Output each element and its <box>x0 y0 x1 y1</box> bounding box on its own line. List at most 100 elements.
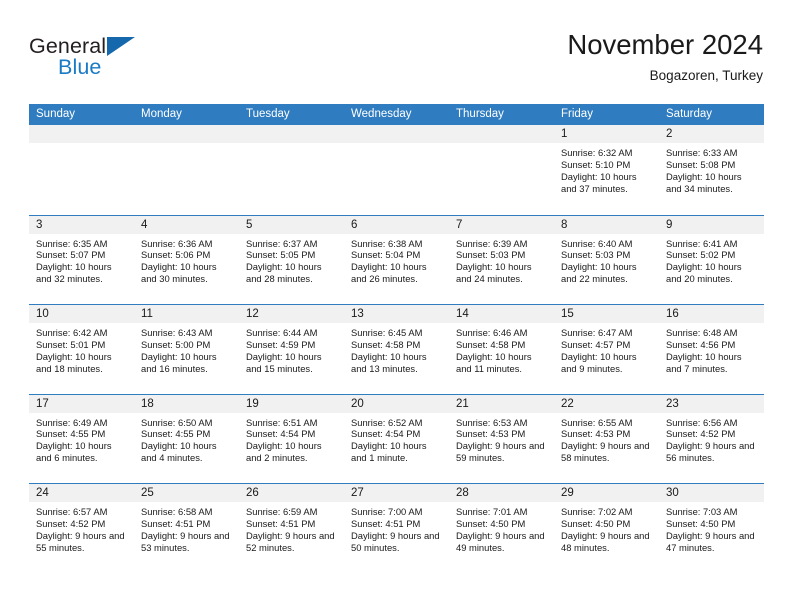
calendar-week-row: 17 Sunrise: 6:49 AM Sunset: 4:55 PM Dayligh… <box>29 393 764 483</box>
day-sun-info: Sunrise: 6:51 AM Sunset: 4:54 PM Daylight:… <box>239 413 344 465</box>
calendar-week-row: 3 Sunrise: 6:35 AM Sunset: 5:07 PM Daylight… <box>29 214 764 304</box>
page-title: November 2024 <box>567 29 763 60</box>
sunset-text: Sunset: 4:58 PM <box>351 338 421 350</box>
sunset-text: Sunset: 5:07 PM <box>36 249 106 261</box>
sunrise-text: Sunrise: 6:56 AM <box>666 416 738 428</box>
sunrise-text: Sunrise: 6:58 AM <box>141 506 213 517</box>
day-sun-info: Sunrise: 6:58 AM Sunset: 4:51 PM Daylight:… <box>134 502 239 554</box>
day-cell-5[interactable]: 5 Sunrise: 6:37 AM Sunset: 5:05 PM Daylight… <box>239 215 344 304</box>
day-cell-8[interactable]: 8 Sunrise: 6:40 AM Sunset: 5:03 PM Daylight… <box>554 215 659 304</box>
sunset-text: Sunset: 4:53 PM <box>456 428 526 440</box>
day-cell-18[interactable]: 18 Sunrise: 6:50 AM Sunset: 4:55 PM Dayligh… <box>134 394 239 483</box>
sunrise-text: Sunrise: 6:35 AM <box>36 237 108 249</box>
day-cell-27[interactable]: 27 Sunrise: 7:00 AM Sunset: 4:51 PM Dayligh… <box>344 484 449 573</box>
sunset-text: Sunset: 4:50 PM <box>561 517 631 529</box>
day-cell-26[interactable]: 26 Sunrise: 6:59 AM Sunset: 4:51 PM Dayligh… <box>239 484 344 573</box>
daylight-text: Daylight: 10 hours and 4 minutes. <box>141 440 217 464</box>
day-cell-22[interactable]: 22 Sunrise: 6:55 AM Sunset: 4:53 PM Dayligh… <box>554 394 659 483</box>
general-blue-logo[interactable]: General Blue <box>29 34 229 92</box>
daylight-text: Daylight: 10 hours and 6 minutes. <box>36 440 112 464</box>
sunrise-text: Sunrise: 6:47 AM <box>561 327 633 338</box>
weekday-header-monday: Monday <box>141 108 182 120</box>
day-cell-17[interactable]: 17 Sunrise: 6:49 AM Sunset: 4:55 PM Dayligh… <box>29 394 134 483</box>
calendar-page: General Blue November 2024 Bogazoren, Tu… <box>0 0 792 612</box>
daylight-text: Daylight: 10 hours and 15 minutes. <box>246 350 322 374</box>
day-cell-29[interactable]: 29 Sunrise: 7:02 AM Sunset: 4:50 PM Dayligh… <box>554 484 659 573</box>
day-cell-21[interactable]: 21 Sunrise: 6:53 AM Sunset: 4:53 PM Dayligh… <box>449 394 554 483</box>
day-sun-info: Sunrise: 7:02 AM Sunset: 4:50 PM Daylight:… <box>554 502 659 554</box>
day-cell-20[interactable]: 20 Sunrise: 6:52 AM Sunset: 4:54 PM Dayligh… <box>344 394 449 483</box>
day-cell-13[interactable]: 13 Sunrise: 6:45 AM Sunset: 4:58 PM Dayligh… <box>344 305 449 394</box>
sunrise-text: Sunrise: 7:03 AM <box>666 506 738 517</box>
day-number: 24 <box>29 484 134 502</box>
day-sun-info: Sunrise: 6:35 AM Sunset: 5:07 PM Daylight:… <box>29 234 134 286</box>
day-cell-empty[interactable] <box>29 125 134 215</box>
sunset-text: Sunset: 5:03 PM <box>561 249 631 261</box>
daylight-text: Daylight: 9 hours and 55 minutes. <box>36 529 125 553</box>
day-number: 16 <box>659 305 764 323</box>
sunset-text: Sunset: 5:00 PM <box>141 338 211 350</box>
day-cell-6[interactable]: 6 Sunrise: 6:38 AM Sunset: 5:04 PM Daylight… <box>344 215 449 304</box>
sunset-text: Sunset: 4:50 PM <box>456 517 526 529</box>
weekday-header-tuesday: Tuesday <box>246 108 290 120</box>
day-cell-empty[interactable] <box>239 125 344 215</box>
day-cell-15[interactable]: 15 Sunrise: 6:47 AM Sunset: 4:57 PM Dayligh… <box>554 305 659 394</box>
day-sun-info: Sunrise: 6:52 AM Sunset: 4:54 PM Daylight:… <box>344 413 449 465</box>
day-cell-2[interactable]: 2 Sunrise: 6:33 AM Sunset: 5:08 PM Daylight… <box>659 125 764 215</box>
day-sun-info: Sunrise: 6:47 AM Sunset: 4:57 PM Daylight:… <box>554 323 659 375</box>
day-cell-12[interactable]: 12 Sunrise: 6:44 AM Sunset: 4:59 PM Dayligh… <box>239 305 344 394</box>
sunset-text: Sunset: 4:57 PM <box>561 338 631 350</box>
day-sun-info: Sunrise: 6:33 AM Sunset: 5:08 PM Daylight:… <box>659 143 764 195</box>
sunrise-text: Sunrise: 7:01 AM <box>456 506 528 517</box>
day-cell-16[interactable]: 16 Sunrise: 6:48 AM Sunset: 4:56 PM Dayligh… <box>659 305 764 394</box>
day-number: 9 <box>659 215 764 234</box>
day-cell-25[interactable]: 25 Sunrise: 6:58 AM Sunset: 4:51 PM Dayligh… <box>134 484 239 573</box>
sunrise-text: Sunrise: 6:37 AM <box>246 237 318 249</box>
day-cell-10[interactable]: 10 Sunrise: 6:42 AM Sunset: 5:01 PM Dayligh… <box>29 305 134 394</box>
day-cell-empty[interactable] <box>449 125 554 215</box>
day-cell-3[interactable]: 3 Sunrise: 6:35 AM Sunset: 5:07 PM Daylight… <box>29 215 134 304</box>
day-sun-info: Sunrise: 6:56 AM Sunset: 4:52 PM Daylight:… <box>659 413 764 465</box>
sunset-text: Sunset: 5:03 PM <box>456 249 526 261</box>
day-number: 27 <box>344 484 449 502</box>
day-number: 10 <box>29 305 134 323</box>
sunset-text: Sunset: 5:01 PM <box>36 338 106 350</box>
day-number: 13 <box>344 305 449 323</box>
daylight-text: Daylight: 10 hours and 32 minutes. <box>36 261 112 285</box>
day-cell-28[interactable]: 28 Sunrise: 7:01 AM Sunset: 4:50 PM Dayligh… <box>449 484 554 573</box>
daylight-text: Daylight: 10 hours and 28 minutes. <box>246 261 322 285</box>
day-number <box>134 125 239 143</box>
day-cell-19[interactable]: 19 Sunrise: 6:51 AM Sunset: 4:54 PM Dayligh… <box>239 394 344 483</box>
day-sun-info: Sunrise: 7:03 AM Sunset: 4:50 PM Daylight:… <box>659 502 764 554</box>
sunset-text: Sunset: 4:52 PM <box>36 517 106 529</box>
sunrise-text: Sunrise: 6:42 AM <box>36 327 108 338</box>
day-cell-23[interactable]: 23 Sunrise: 6:56 AM Sunset: 4:52 PM Dayligh… <box>659 394 764 483</box>
daylight-text: Daylight: 9 hours and 47 minutes. <box>666 529 755 553</box>
day-number: 6 <box>344 215 449 234</box>
day-cell-9[interactable]: 9 Sunrise: 6:41 AM Sunset: 5:02 PM Daylight… <box>659 215 764 304</box>
day-cell-4[interactable]: 4 Sunrise: 6:36 AM Sunset: 5:06 PM Daylight… <box>134 215 239 304</box>
day-cell-14[interactable]: 14 Sunrise: 6:46 AM Sunset: 4:58 PM Dayligh… <box>449 305 554 394</box>
daylight-text: Daylight: 10 hours and 30 minutes. <box>141 261 217 285</box>
sunset-text: Sunset: 5:06 PM <box>141 249 211 261</box>
day-cell-1[interactable]: 1 Sunrise: 6:32 AM Sunset: 5:10 PM Daylight… <box>554 125 659 215</box>
daylight-text: Daylight: 10 hours and 2 minutes. <box>246 440 322 464</box>
day-cell-11[interactable]: 11 Sunrise: 6:43 AM Sunset: 5:00 PM Dayligh… <box>134 305 239 394</box>
sunset-text: Sunset: 4:50 PM <box>666 517 736 529</box>
day-sun-info: Sunrise: 6:40 AM Sunset: 5:03 PM Daylight:… <box>554 234 659 286</box>
sunrise-text: Sunrise: 6:53 AM <box>456 416 528 428</box>
sunset-text: Sunset: 4:55 PM <box>141 428 211 440</box>
sunrise-text: Sunrise: 6:45 AM <box>351 327 423 338</box>
daylight-text: Daylight: 10 hours and 16 minutes. <box>141 350 217 374</box>
day-cell-30[interactable]: 30 Sunrise: 7:03 AM Sunset: 4:50 PM Dayligh… <box>659 484 764 573</box>
day-sun-info: Sunrise: 7:01 AM Sunset: 4:50 PM Daylight:… <box>449 502 554 554</box>
day-cell-empty[interactable] <box>344 125 449 215</box>
day-cell-7[interactable]: 7 Sunrise: 6:39 AM Sunset: 5:03 PM Daylight… <box>449 215 554 304</box>
day-cell-24[interactable]: 24 Sunrise: 6:57 AM Sunset: 4:52 PM Dayligh… <box>29 484 134 573</box>
sunset-text: Sunset: 4:58 PM <box>456 338 526 350</box>
day-sun-info: Sunrise: 6:44 AM Sunset: 4:59 PM Daylight:… <box>239 323 344 375</box>
day-number: 8 <box>554 215 659 234</box>
day-number: 2 <box>659 125 764 143</box>
sunrise-text: Sunrise: 6:36 AM <box>141 237 213 249</box>
day-cell-empty[interactable] <box>134 125 239 215</box>
